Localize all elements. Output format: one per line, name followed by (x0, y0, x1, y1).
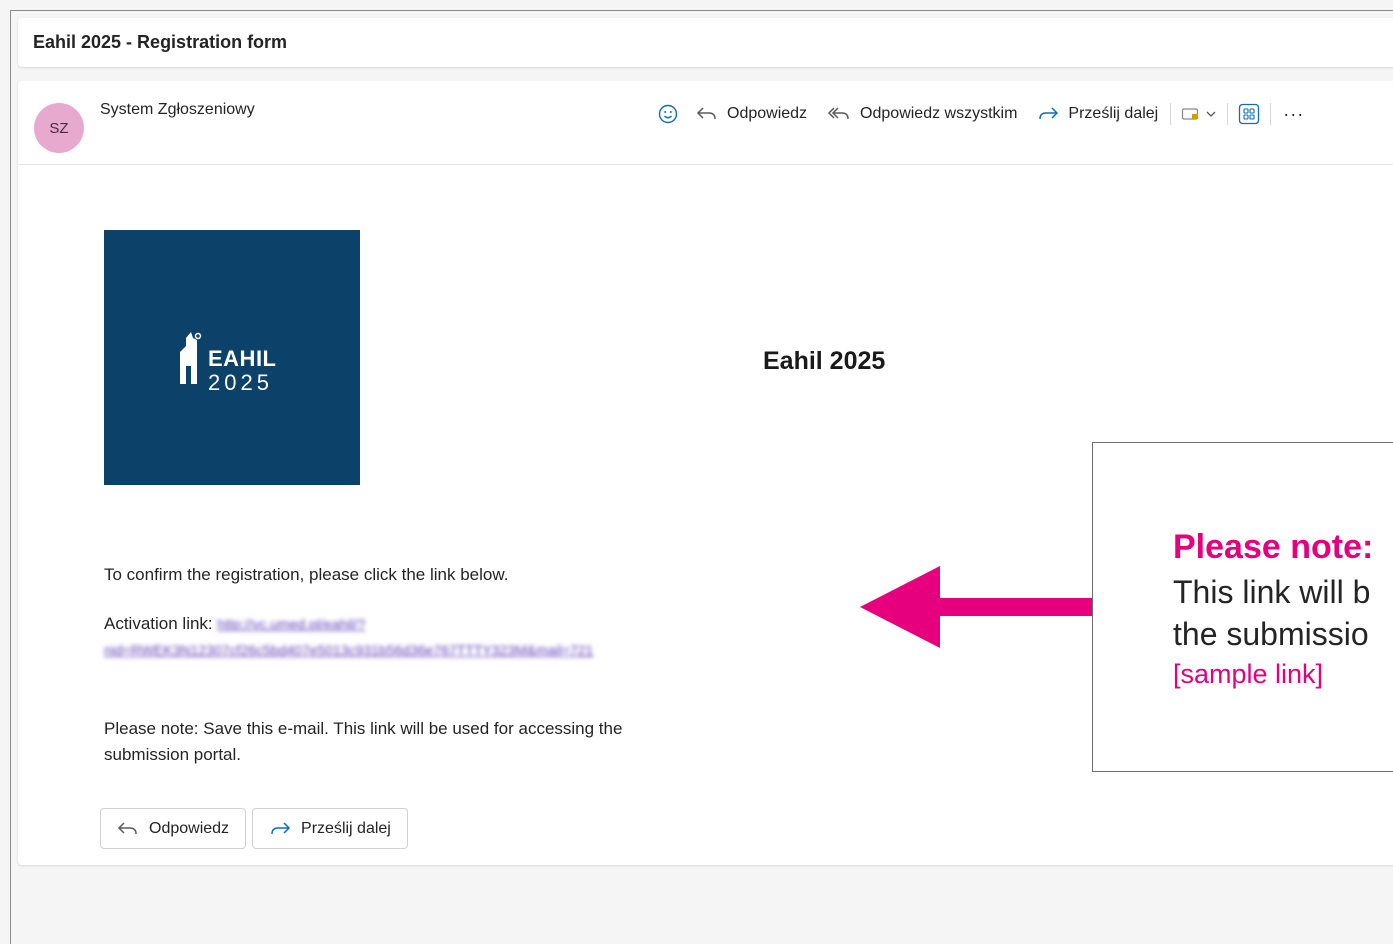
tag-icon (1182, 108, 1199, 120)
logo-word: EAHIL (208, 346, 277, 371)
activation-link-continued[interactable]: nid=RWEK3N12307cf26c5bd407e5013c931b56d3… (104, 642, 593, 658)
forward-button[interactable]: Prześlij dalej (1027, 99, 1168, 129)
quick-reply-label: Odpowiedz (149, 819, 230, 837)
sender-avatar[interactable]: SZ (34, 103, 84, 153)
email-subject: Eahil 2025 - Registration form (33, 32, 288, 52)
event-title: Eahil 2025 (763, 347, 886, 375)
toolbar-divider (1170, 103, 1172, 125)
note-line-1: Please note: Save this e-mail. This link… (104, 719, 623, 738)
reply-arrow-icon (696, 107, 716, 120)
emoji-reaction-button[interactable] (650, 99, 686, 129)
more-actions-button[interactable]: ··· (1273, 99, 1314, 129)
quick-forward-button[interactable]: Prześlij dalej (252, 808, 408, 849)
callout-title: Please note: (1173, 528, 1374, 566)
quick-actions: Odpowiedz Prześlij dalej (100, 808, 408, 849)
activation-link[interactable]: http://vc.umed.pl/eahil/? (217, 616, 365, 632)
message-header: SZ System Zgłoszeniowy Odpowiedz Odpowie… (18, 81, 1393, 165)
reply-all-button[interactable]: Odpowiedz wszystkim (817, 99, 1027, 129)
chevron-down-icon (1206, 111, 1216, 117)
pointer-arrow-icon (860, 566, 1118, 648)
eahil-logo: EAHIL 2025 (104, 230, 360, 485)
callout-line-1: This link will b (1173, 574, 1371, 610)
forward-arrow-icon (271, 821, 291, 834)
toolbar-divider (1227, 103, 1229, 125)
reply-all-arrow-icon (827, 107, 849, 120)
tag-dropdown-button[interactable] (1173, 99, 1225, 129)
quick-forward-label: Prześlij dalej (301, 819, 391, 837)
activation-label: Activation link: (104, 614, 213, 633)
callout-body: This link will b the submissio (1173, 571, 1370, 655)
forward-label: Prześlij dalej (1068, 105, 1159, 122)
apps-grid-icon (1239, 103, 1260, 125)
subject-bar: Eahil 2025 - Registration form (18, 18, 1393, 67)
toolbar-divider (1270, 103, 1272, 125)
reply-arrow-icon (117, 821, 137, 834)
quick-reply-button[interactable]: Odpowiedz (100, 808, 247, 849)
callout-sample-link[interactable]: [sample link] (1173, 659, 1323, 690)
reply-label: Odpowiedz (727, 105, 808, 122)
apps-button[interactable] (1230, 99, 1268, 129)
smiley-icon (658, 104, 678, 124)
note-line-2: submission portal. (104, 745, 242, 764)
activation-link-block: Activation link: http://vc.umed.pl/eahil… (104, 611, 784, 663)
note-text: Please note: Save this e-mail. This link… (104, 716, 622, 768)
confirm-text: To confirm the registration, please clic… (104, 565, 509, 584)
castle-tower-icon (180, 332, 202, 384)
callout-line-2: the submissio (1173, 616, 1369, 652)
forward-arrow-icon (1039, 107, 1059, 120)
annotation-callout: Please note: This link will b the submis… (1092, 442, 1393, 772)
reply-all-label: Odpowiedz wszystkim (860, 105, 1018, 122)
message-toolbar: Odpowiedz Odpowiedz wszystkim Prześlij d… (650, 99, 1314, 129)
reply-button[interactable]: Odpowiedz (686, 99, 817, 129)
sender-name[interactable]: System Zgłoszeniowy (100, 101, 255, 119)
logo-year: 2025 (208, 370, 273, 395)
